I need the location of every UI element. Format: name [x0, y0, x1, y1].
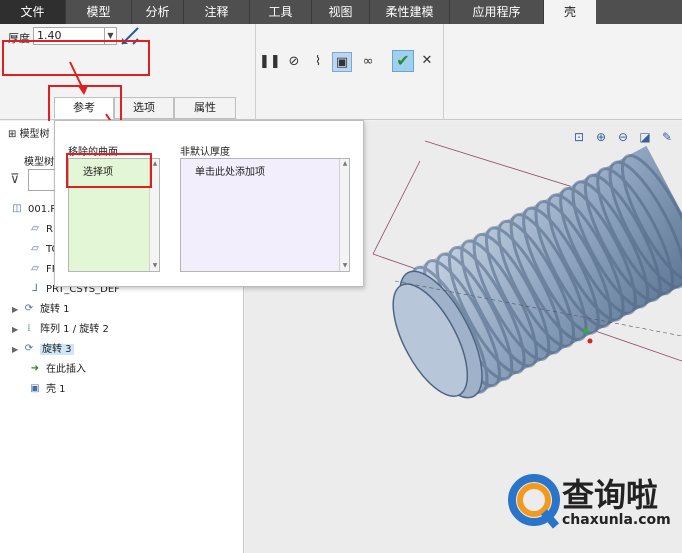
expand-icon[interactable]: ▶	[12, 301, 22, 319]
pause-icon[interactable]: ❚❚	[259, 52, 281, 72]
tree-item-part[interactable]: ◫ 001.P	[10, 201, 56, 219]
scroll-down-icon[interactable]: ▼	[150, 261, 160, 271]
model-tree-sub-label: 模型树	[24, 157, 54, 168]
model-tree-header: ⊞ 模型树	[8, 129, 50, 140]
watermark-name: 查询啦	[562, 476, 659, 514]
non-default-thickness-collector[interactable]: 单击此处添加项 ▲ ▼	[180, 158, 350, 272]
glasses-icon[interactable]: ∞	[358, 52, 378, 72]
verify-icon[interactable]: ⌇	[308, 52, 328, 72]
scroll-down-icon[interactable]: ▼	[340, 261, 350, 271]
revolve-icon: ⟳	[24, 303, 34, 314]
references-panel: 移除的曲面 非默认厚度 选择项 ▲ ▼ 单击此处添加项 ▲ ▼	[54, 120, 364, 287]
preview-icon[interactable]: ▣	[332, 52, 352, 72]
plane-icon: ▱	[31, 243, 39, 254]
tree-icon: ⊞	[8, 129, 20, 140]
filter-icon[interactable]: ⊽	[10, 172, 20, 187]
highlight-box-select-items	[66, 153, 152, 188]
click-to-add-prompt[interactable]: 单击此处添加项	[195, 163, 265, 178]
ribbon-separator	[255, 24, 256, 120]
shell-icon: ▣	[30, 383, 40, 394]
non-default-thickness-label: 非默认厚度	[180, 147, 230, 158]
tree-item-revolve-3[interactable]: ▶ ⟳ 旋转 3	[12, 341, 74, 359]
expand-icon[interactable]: ▶	[12, 321, 22, 339]
stop-icon[interactable]: ⊘	[284, 52, 304, 72]
plane-icon: ▱	[31, 223, 39, 234]
part-icon: ◫	[12, 203, 22, 214]
revolve-icon: ⟳	[24, 343, 34, 354]
pattern-icon: ⁞	[27, 323, 31, 334]
watermark-logo-icon	[508, 474, 560, 529]
tree-item-insert-here[interactable]: ➜ 在此插入	[28, 361, 86, 379]
tree-item-revolve-1[interactable]: ▶ ⟳ 旋转 1	[12, 301, 70, 319]
scrollbar[interactable]: ▲ ▼	[339, 159, 349, 271]
close-icon[interactable]: ✕	[418, 50, 436, 72]
tree-item-right-plane[interactable]: ▱ RI	[28, 221, 56, 239]
csys-icon: ⅃	[32, 283, 38, 294]
plane-icon: ▱	[31, 263, 39, 274]
ribbon-separator	[443, 24, 444, 120]
insert-arrow-icon: ➜	[30, 363, 40, 374]
watermark: 查询啦 chaxunla.com	[500, 462, 682, 553]
watermark-url: chaxunla.com	[562, 512, 671, 528]
tree-item-shell-1[interactable]: ▣ 壳 1	[28, 381, 65, 399]
scroll-up-icon[interactable]: ▲	[340, 159, 350, 169]
tree-item-pattern-1[interactable]: ▶ ⁞ 阵列 1 / 旋转 2	[12, 321, 109, 339]
ok-check-icon[interactable]: ✔	[392, 50, 414, 72]
expand-icon[interactable]: ▶	[12, 341, 22, 359]
